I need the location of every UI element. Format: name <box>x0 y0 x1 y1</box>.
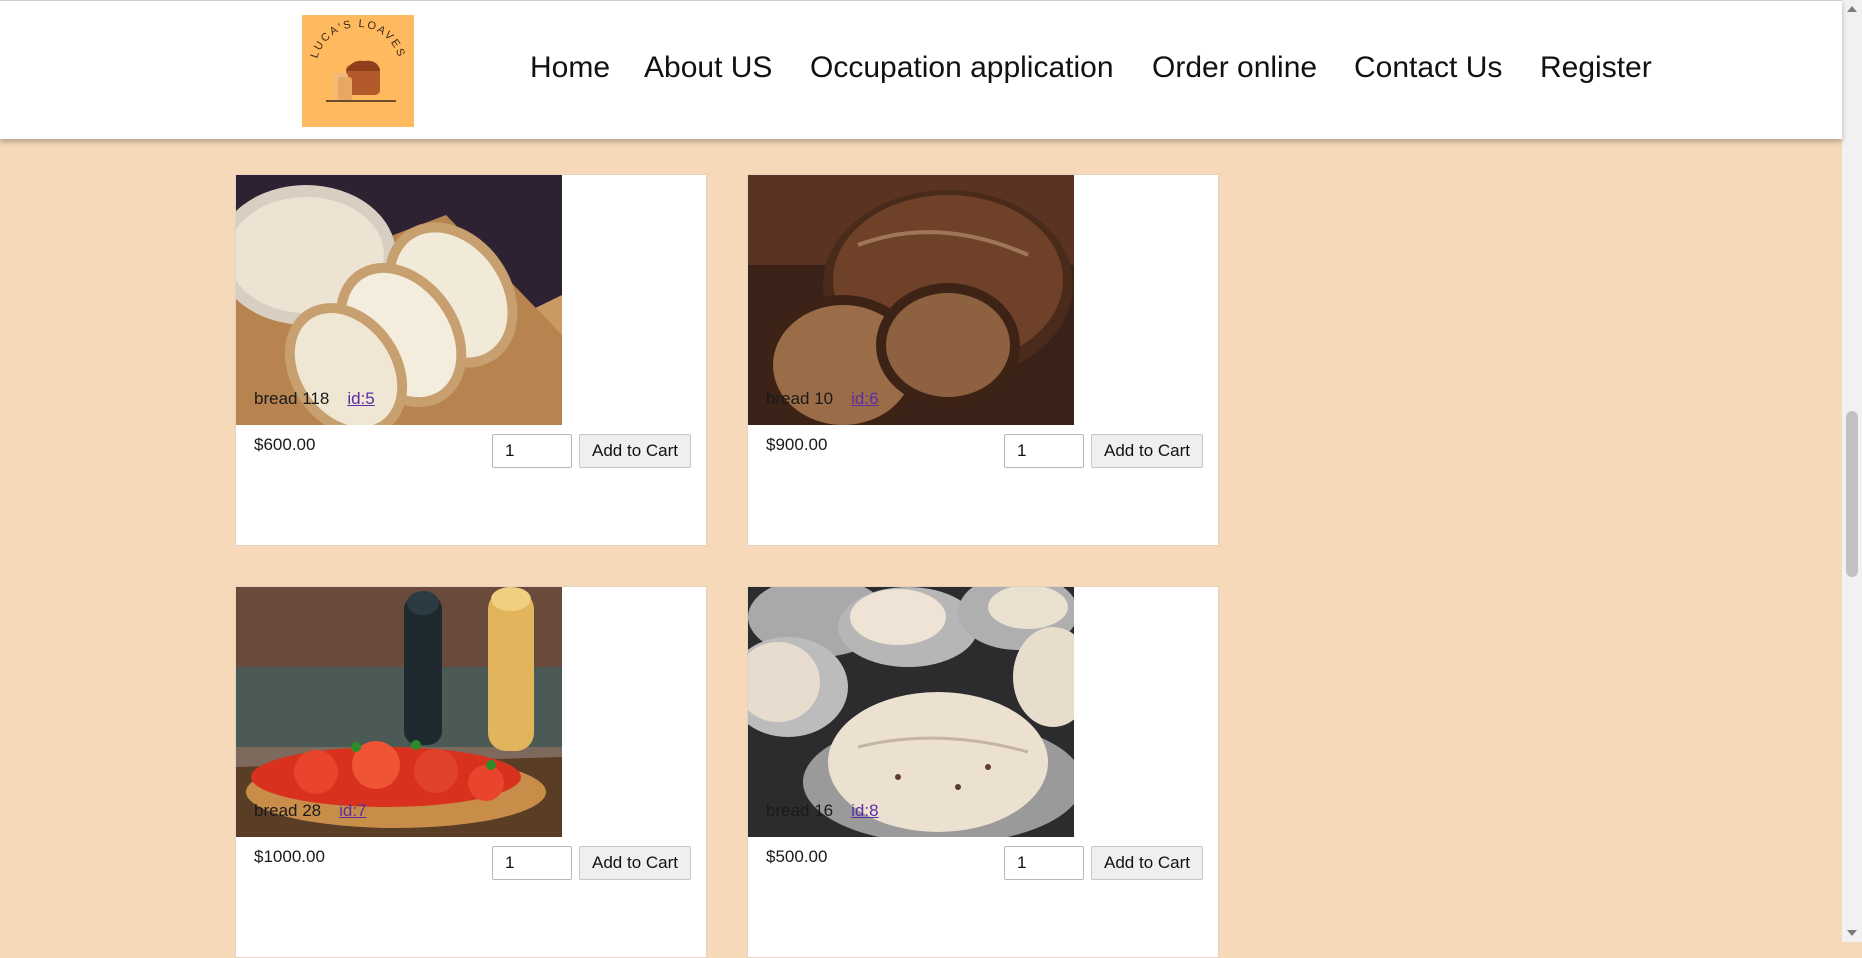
product-price: $1000.00 <box>254 847 325 866</box>
product-image[interactable] <box>748 175 1074 425</box>
product-caption: bread 10 id:6 <box>766 389 879 409</box>
product-caption: bread 16 id:8 <box>766 801 879 821</box>
add-to-cart-button[interactable]: Add to Cart <box>1091 434 1203 468</box>
product-card: bread 118 id:5 $600.00 Add to Cart <box>235 174 707 546</box>
product-image[interactable] <box>236 587 562 837</box>
product-price: $600.00 <box>254 435 316 454</box>
nav-occupation-application[interactable]: Occupation application <box>810 51 1114 85</box>
product-image[interactable] <box>748 587 1074 837</box>
product-caption: bread 28 id:7 <box>254 801 367 821</box>
product-card: bread 10 id:6 $900.00 Add to Cart <box>747 174 1219 546</box>
nav-register[interactable]: Register <box>1540 51 1652 85</box>
scrollbar-thumb[interactable] <box>1846 411 1858 577</box>
nav-order-online[interactable]: Order online <box>1152 51 1317 85</box>
tomato-toast-image <box>236 587 562 837</box>
dough-rolls-image <box>748 587 1074 837</box>
scroll-down-icon[interactable] <box>1847 930 1857 936</box>
add-to-cart-button[interactable]: Add to Cart <box>579 434 691 468</box>
add-to-cart-button[interactable]: Add to Cart <box>1091 846 1203 880</box>
page-scrollbar[interactable] <box>1842 0 1862 942</box>
product-id-link[interactable]: id:8 <box>851 801 878 820</box>
product-price: $500.00 <box>766 847 828 866</box>
product-caption: bread 118 id:5 <box>254 389 375 409</box>
product-card: bread 28 id:7 $1000.00 Add to Cart <box>235 586 707 958</box>
sliced-loaf-image <box>236 175 562 425</box>
product-id-link[interactable]: id:7 <box>339 801 366 820</box>
product-price: $900.00 <box>766 435 828 454</box>
product-name: bread 10 <box>766 389 834 408</box>
sourdough-loaf-image <box>748 175 1074 425</box>
product-name: bread 16 <box>766 801 834 820</box>
quantity-input[interactable] <box>1004 434 1084 468</box>
product-image[interactable] <box>236 175 562 425</box>
add-to-cart-button[interactable]: Add to Cart <box>579 846 691 880</box>
quantity-input[interactable] <box>492 846 572 880</box>
nav-about-us[interactable]: About US <box>644 51 772 85</box>
nav-home[interactable]: Home <box>530 51 610 85</box>
nav-contact-us[interactable]: Contact Us <box>1354 51 1502 85</box>
product-card: bread 16 id:8 $500.00 Add to Cart <box>747 586 1219 958</box>
quantity-input[interactable] <box>492 434 572 468</box>
quantity-input[interactable] <box>1004 846 1084 880</box>
site-header: LUCA'S LOAVES Home About US Occupation a… <box>0 0 1842 139</box>
product-name: bread 28 <box>254 801 322 820</box>
scroll-up-icon[interactable] <box>1847 6 1857 12</box>
product-id-link[interactable]: id:6 <box>851 389 878 408</box>
product-id-link[interactable]: id:5 <box>347 389 374 408</box>
product-name: bread 118 <box>254 389 330 408</box>
main-nav: Home About US Occupation application Ord… <box>0 51 1842 91</box>
